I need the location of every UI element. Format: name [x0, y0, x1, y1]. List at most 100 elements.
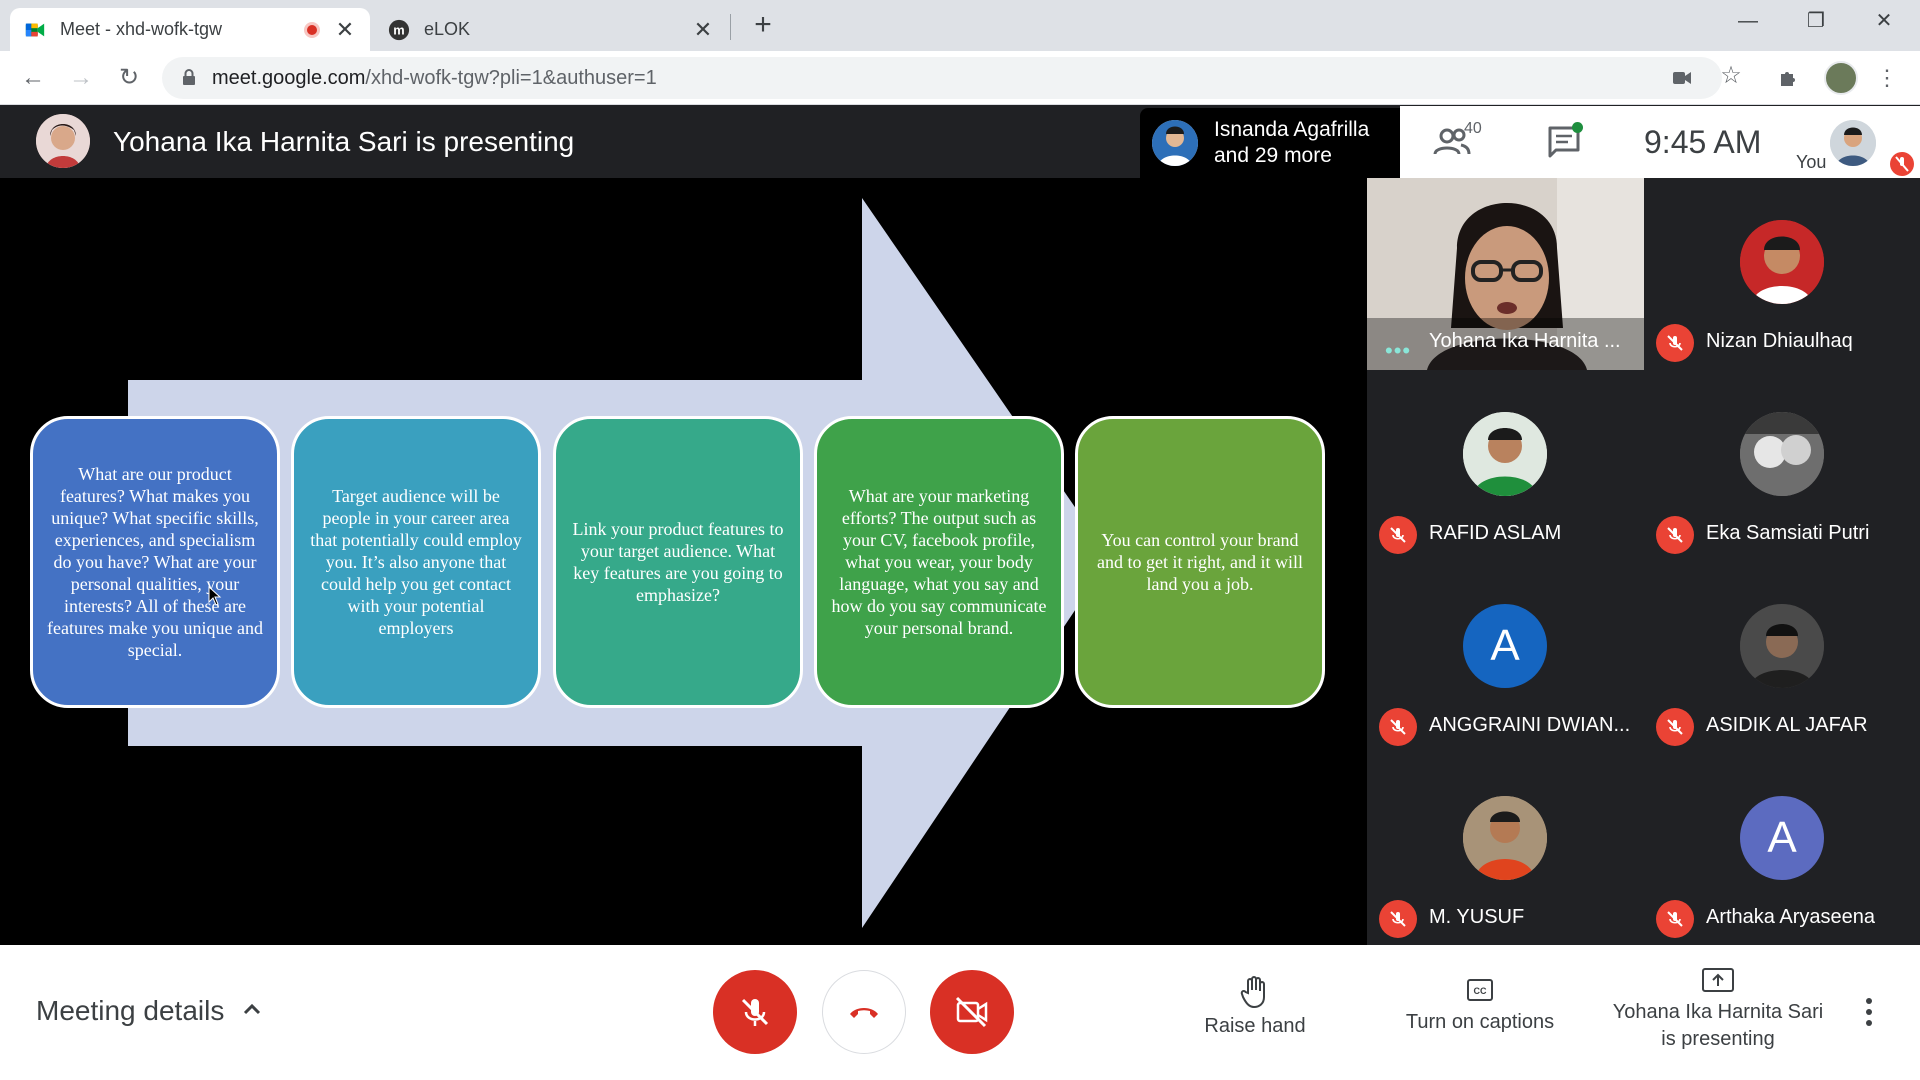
header-controls: 40 9:45 AM You	[1400, 106, 1920, 178]
captions-label: Turn on captions	[1405, 1011, 1555, 1033]
slide-box-marketing: What are your marketing efforts? The out…	[814, 416, 1064, 708]
participant-tile[interactable]: A Arthaka Aryaseena	[1644, 754, 1920, 946]
participant-name: RAFID ASLAM	[1429, 522, 1562, 544]
participant-avatar: A	[1740, 796, 1824, 880]
chevron-up-icon[interactable]	[240, 997, 264, 1021]
captions-button[interactable]: CC Turn on captions	[1390, 975, 1570, 1034]
minimize-button[interactable]: —	[1720, 0, 1776, 42]
microphone-toggle-button[interactable]	[713, 970, 797, 1054]
participant-tile[interactable]: ••• Yohana Ika Harnita ...	[1367, 178, 1644, 370]
muted-mic-icon	[1656, 516, 1694, 554]
participant-tile[interactable]: Nizan Dhiaulhaq	[1644, 178, 1920, 370]
camera-off-icon	[955, 996, 988, 1028]
participant-avatar	[1740, 604, 1824, 688]
participant-name: ANGGRAINI DWIAN...	[1429, 714, 1631, 736]
extensions-puzzle-icon[interactable]	[1778, 67, 1800, 89]
chat-notification-dot	[1572, 122, 1583, 133]
back-button[interactable]: ←	[16, 61, 50, 95]
moodle-icon: m	[388, 19, 410, 40]
participant-name: ASIDIK AL JAFAR	[1706, 714, 1868, 736]
participant-count: 40	[1464, 120, 1482, 137]
tab-meet[interactable]: Meet - xhd-wofk-tgw ✕	[10, 8, 370, 51]
slide-box-features: What are our product features? What make…	[30, 416, 280, 708]
profile-avatar[interactable]	[1824, 61, 1858, 95]
browser-toolbar: ← → ↻ meet.google.com/xhd-wofk-tgw?pli=1…	[0, 51, 1920, 105]
participant-grid: ••• Yohana Ika Harnita ... Nizan Dhiaulh…	[1367, 178, 1920, 945]
hang-up-icon	[850, 1008, 878, 1018]
participant-name: M. YUSUF	[1429, 906, 1525, 928]
presenter-avatar	[36, 114, 90, 168]
tab-title: eLOK	[424, 19, 471, 39]
participant-tile[interactable]: ASIDIK AL JAFAR	[1644, 562, 1920, 754]
presenting-title: Yohana Ika Harnita Sari is presenting	[113, 126, 575, 157]
browser-tab-strip: Meet - xhd-wofk-tgw ✕ m eLOK ✕ + — ❐ ✕	[0, 0, 1920, 51]
tab-separator	[730, 14, 731, 40]
muted-mic-icon	[1656, 900, 1694, 938]
presenting-line-1: Yohana Ika Harnita Sari	[1612, 1001, 1824, 1023]
slide-box-control-brand: You can control your brand and to get it…	[1075, 416, 1325, 708]
meeting-controls-bar: Meeting details Raise hand CC Turn on ca…	[0, 945, 1920, 1080]
muted-mic-icon	[1379, 708, 1417, 746]
raise-hand-icon	[1240, 976, 1265, 1009]
close-window-button[interactable]: ✕	[1856, 0, 1912, 42]
meeting-details-button[interactable]: Meeting details	[36, 995, 224, 1027]
new-tab-button[interactable]: +	[745, 8, 781, 44]
mouse-cursor-icon	[208, 586, 222, 606]
participant-avatar	[1740, 220, 1824, 304]
active-speakers-chip[interactable]: Isnanda Agafrilla and 29 more	[1140, 108, 1400, 178]
raise-hand-button[interactable]: Raise hand	[1190, 975, 1320, 1038]
participant-name: Eka Samsiati Putri	[1706, 522, 1870, 544]
avatar-letter: A	[1490, 621, 1520, 670]
present-now-button[interactable]: Yohana Ika Harnita Sari is presenting	[1600, 967, 1836, 1051]
tab-title: Meet - xhd-wofk-tgw	[60, 19, 223, 39]
tab-elok[interactable]: m eLOK ✕	[374, 8, 728, 51]
present-screen-icon	[1702, 968, 1734, 992]
participant-avatar	[1740, 412, 1824, 496]
close-tab-icon[interactable]: ✕	[334, 17, 356, 43]
speaker-avatar	[1152, 120, 1198, 166]
participant-name: Arthaka Aryaseena	[1706, 906, 1875, 928]
speaker-name: Isnanda Agafrilla	[1214, 118, 1370, 141]
avatar-letter: A	[1767, 813, 1797, 862]
participant-tile[interactable]: RAFID ASLAM	[1367, 370, 1644, 562]
clock: 9:45 AM	[1644, 124, 1762, 160]
restore-button[interactable]: ❐	[1788, 0, 1844, 42]
participant-tile[interactable]: A ANGGRAINI DWIAN...	[1367, 562, 1644, 754]
muted-mic-icon	[1379, 516, 1417, 554]
you-label: You	[1796, 152, 1827, 172]
muted-mic-icon	[1656, 324, 1694, 362]
forward-button[interactable]: →	[64, 61, 98, 95]
chrome-menu-icon[interactable]: ⋮	[1870, 61, 1904, 95]
camera-icon[interactable]	[1672, 69, 1692, 87]
recording-indicator-icon	[304, 21, 320, 38]
speaker-more: and 29 more	[1214, 144, 1332, 167]
participant-avatar	[1463, 796, 1547, 880]
participant-name: Nizan Dhiaulhaq	[1706, 330, 1853, 352]
participant-avatar: A	[1463, 604, 1547, 688]
svg-text:m: m	[393, 22, 404, 37]
url-text: meet.google.com/xhd-wofk-tgw?pli=1&authu…	[212, 67, 657, 89]
closed-captions-icon: CC	[1467, 979, 1493, 1001]
muted-mic-icon	[1656, 708, 1694, 746]
meet-header: Yohana Ika Harnita Sari is presenting Is…	[0, 106, 1920, 178]
slide-box-target-audience: Target audience will be people in your c…	[291, 416, 541, 708]
leave-call-button[interactable]	[822, 970, 906, 1054]
google-meet-icon	[25, 23, 45, 36]
self-muted-icon	[1890, 152, 1914, 176]
more-options-icon[interactable]	[1864, 997, 1874, 1027]
participant-name: Yohana Ika Harnita ...	[1429, 330, 1621, 352]
slide-box-link-features: Link your product features to your targe…	[553, 416, 803, 708]
address-bar[interactable]: meet.google.com/xhd-wofk-tgw?pli=1&authu…	[162, 57, 1722, 99]
speaking-indicator-icon: •••	[1385, 338, 1412, 363]
close-tab-icon[interactable]: ✕	[692, 17, 714, 43]
self-avatar[interactable]	[1830, 120, 1876, 166]
participant-tile[interactable]: M. YUSUF	[1367, 754, 1644, 946]
mic-off-icon	[741, 998, 769, 1026]
svg-text:CC: CC	[1474, 986, 1487, 996]
presentation-stage: What are our product features? What make…	[0, 178, 1367, 945]
bookmark-star-icon[interactable]: ☆	[1714, 59, 1748, 93]
raise-hand-label: Raise hand	[1204, 1015, 1306, 1037]
reload-button[interactable]: ↻	[112, 61, 146, 95]
camera-toggle-button[interactable]	[930, 970, 1014, 1054]
participant-tile[interactable]: Eka Samsiati Putri	[1644, 370, 1920, 562]
